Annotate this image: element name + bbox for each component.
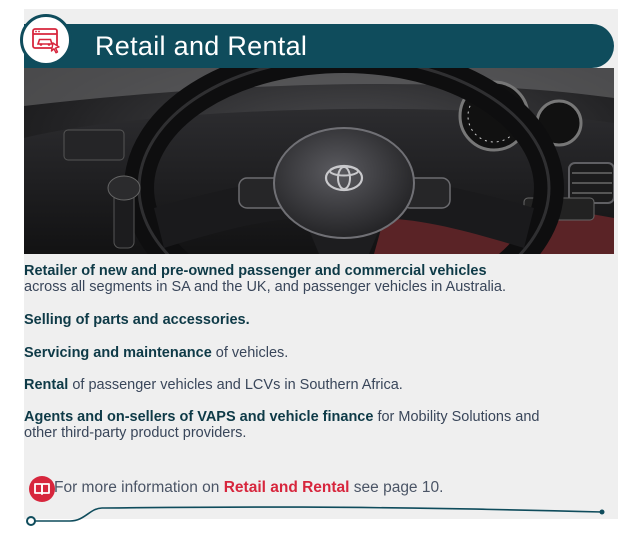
more-info-text: For more information on Retail and Renta… xyxy=(54,479,443,497)
more-info-prefix: For more information on xyxy=(54,479,224,496)
item-servicing-title: Servicing and maintenance xyxy=(24,345,212,361)
item-servicing: Servicing and maintenance of vehicles. xyxy=(24,345,614,361)
item-rental-title: Rental xyxy=(24,377,69,393)
item-agents: Agents and on-sellers of VAPS and vehicl… xyxy=(24,409,544,441)
item-retailer-title: Retailer of new and pre-owned passenger … xyxy=(24,263,487,279)
car-showroom-icon xyxy=(20,14,72,66)
section-title: Retail and Rental xyxy=(95,31,308,61)
more-info-suffix: see page 10. xyxy=(349,479,444,496)
item-retailer: Retailer of new and pre-owned passenger … xyxy=(24,263,614,295)
more-info-link[interactable]: Retail and Rental xyxy=(224,479,350,496)
item-rental: Rental of passenger vehicles and LCVs in… xyxy=(24,377,614,393)
item-parts-title: Selling of parts and accessories. xyxy=(24,312,250,328)
item-servicing-detail: of vehicles. xyxy=(211,345,289,361)
item-retailer-detail: across all segments in SA and the UK, an… xyxy=(24,279,506,295)
book-icon xyxy=(29,476,55,502)
item-agents-title: Agents and on-sellers of VAPS and vehicl… xyxy=(24,409,374,425)
item-rental-detail: of passenger vehicles and LCVs in Southe… xyxy=(68,377,403,393)
item-parts: Selling of parts and accessories. xyxy=(24,312,614,328)
steering-wheel-photo xyxy=(24,68,614,254)
